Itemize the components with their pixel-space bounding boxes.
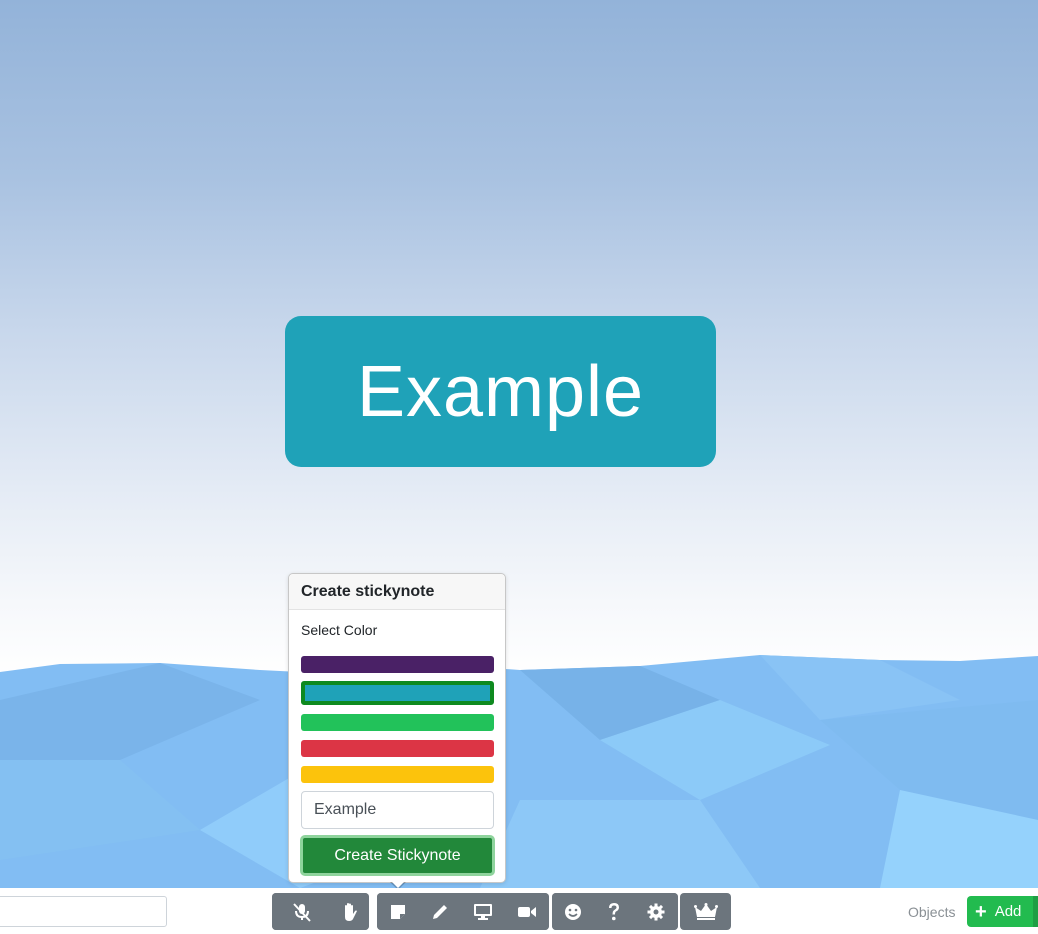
color-swatch-green[interactable] xyxy=(301,714,494,731)
sticky-note[interactable]: Example xyxy=(285,316,716,467)
stickynote-button[interactable] xyxy=(377,893,419,930)
video-camera-icon xyxy=(517,905,537,919)
add-dropdown-edge xyxy=(1033,896,1038,927)
help-icon xyxy=(607,902,621,922)
select-color-label: Select Color xyxy=(301,622,378,638)
stickynote-icon xyxy=(390,904,406,920)
create-stickynote-button[interactable]: Create Stickynote xyxy=(300,835,495,876)
bottom-toolbar: Objects + Add xyxy=(0,888,1038,934)
emoji-icon xyxy=(564,903,582,921)
mute-mic-button[interactable] xyxy=(272,893,331,930)
add-button-label: Add xyxy=(994,903,1022,920)
color-swatch-teal[interactable] xyxy=(301,681,494,705)
screen-share-icon xyxy=(473,903,493,921)
scene-canvas[interactable]: Example Create stickynote Select Color C… xyxy=(0,0,1038,888)
add-object-button[interactable]: + Add xyxy=(967,896,1038,927)
settings-icon xyxy=(647,903,665,921)
color-swatch-purple[interactable] xyxy=(301,656,494,673)
video-button[interactable] xyxy=(505,893,549,930)
create-stickynote-popover: Create stickynote Select Color Create St… xyxy=(288,573,506,888)
interaction-button-group xyxy=(272,893,369,930)
screen-share-button[interactable] xyxy=(461,893,505,930)
draw-button[interactable] xyxy=(419,893,461,930)
raise-hand-icon xyxy=(341,902,359,922)
plus-icon: + xyxy=(975,900,987,923)
chat-input[interactable] xyxy=(0,896,167,927)
moderator-button[interactable] xyxy=(680,893,731,930)
pencil-icon xyxy=(431,903,449,921)
color-swatch-red[interactable] xyxy=(301,740,494,757)
help-button[interactable] xyxy=(594,893,634,930)
admin-button-group xyxy=(680,893,731,930)
mic-muted-icon xyxy=(291,902,313,922)
popover-title: Create stickynote xyxy=(289,574,505,610)
stickynote-text-input[interactable] xyxy=(301,791,494,829)
settings-button[interactable] xyxy=(634,893,678,930)
emoji-button[interactable] xyxy=(552,893,594,930)
tools-button-group xyxy=(377,893,549,930)
color-swatch-yellow[interactable] xyxy=(301,766,494,783)
objects-label: Objects xyxy=(908,904,956,920)
crown-icon xyxy=(693,902,718,921)
misc-button-group xyxy=(552,893,678,930)
raise-hand-button[interactable] xyxy=(331,893,369,930)
